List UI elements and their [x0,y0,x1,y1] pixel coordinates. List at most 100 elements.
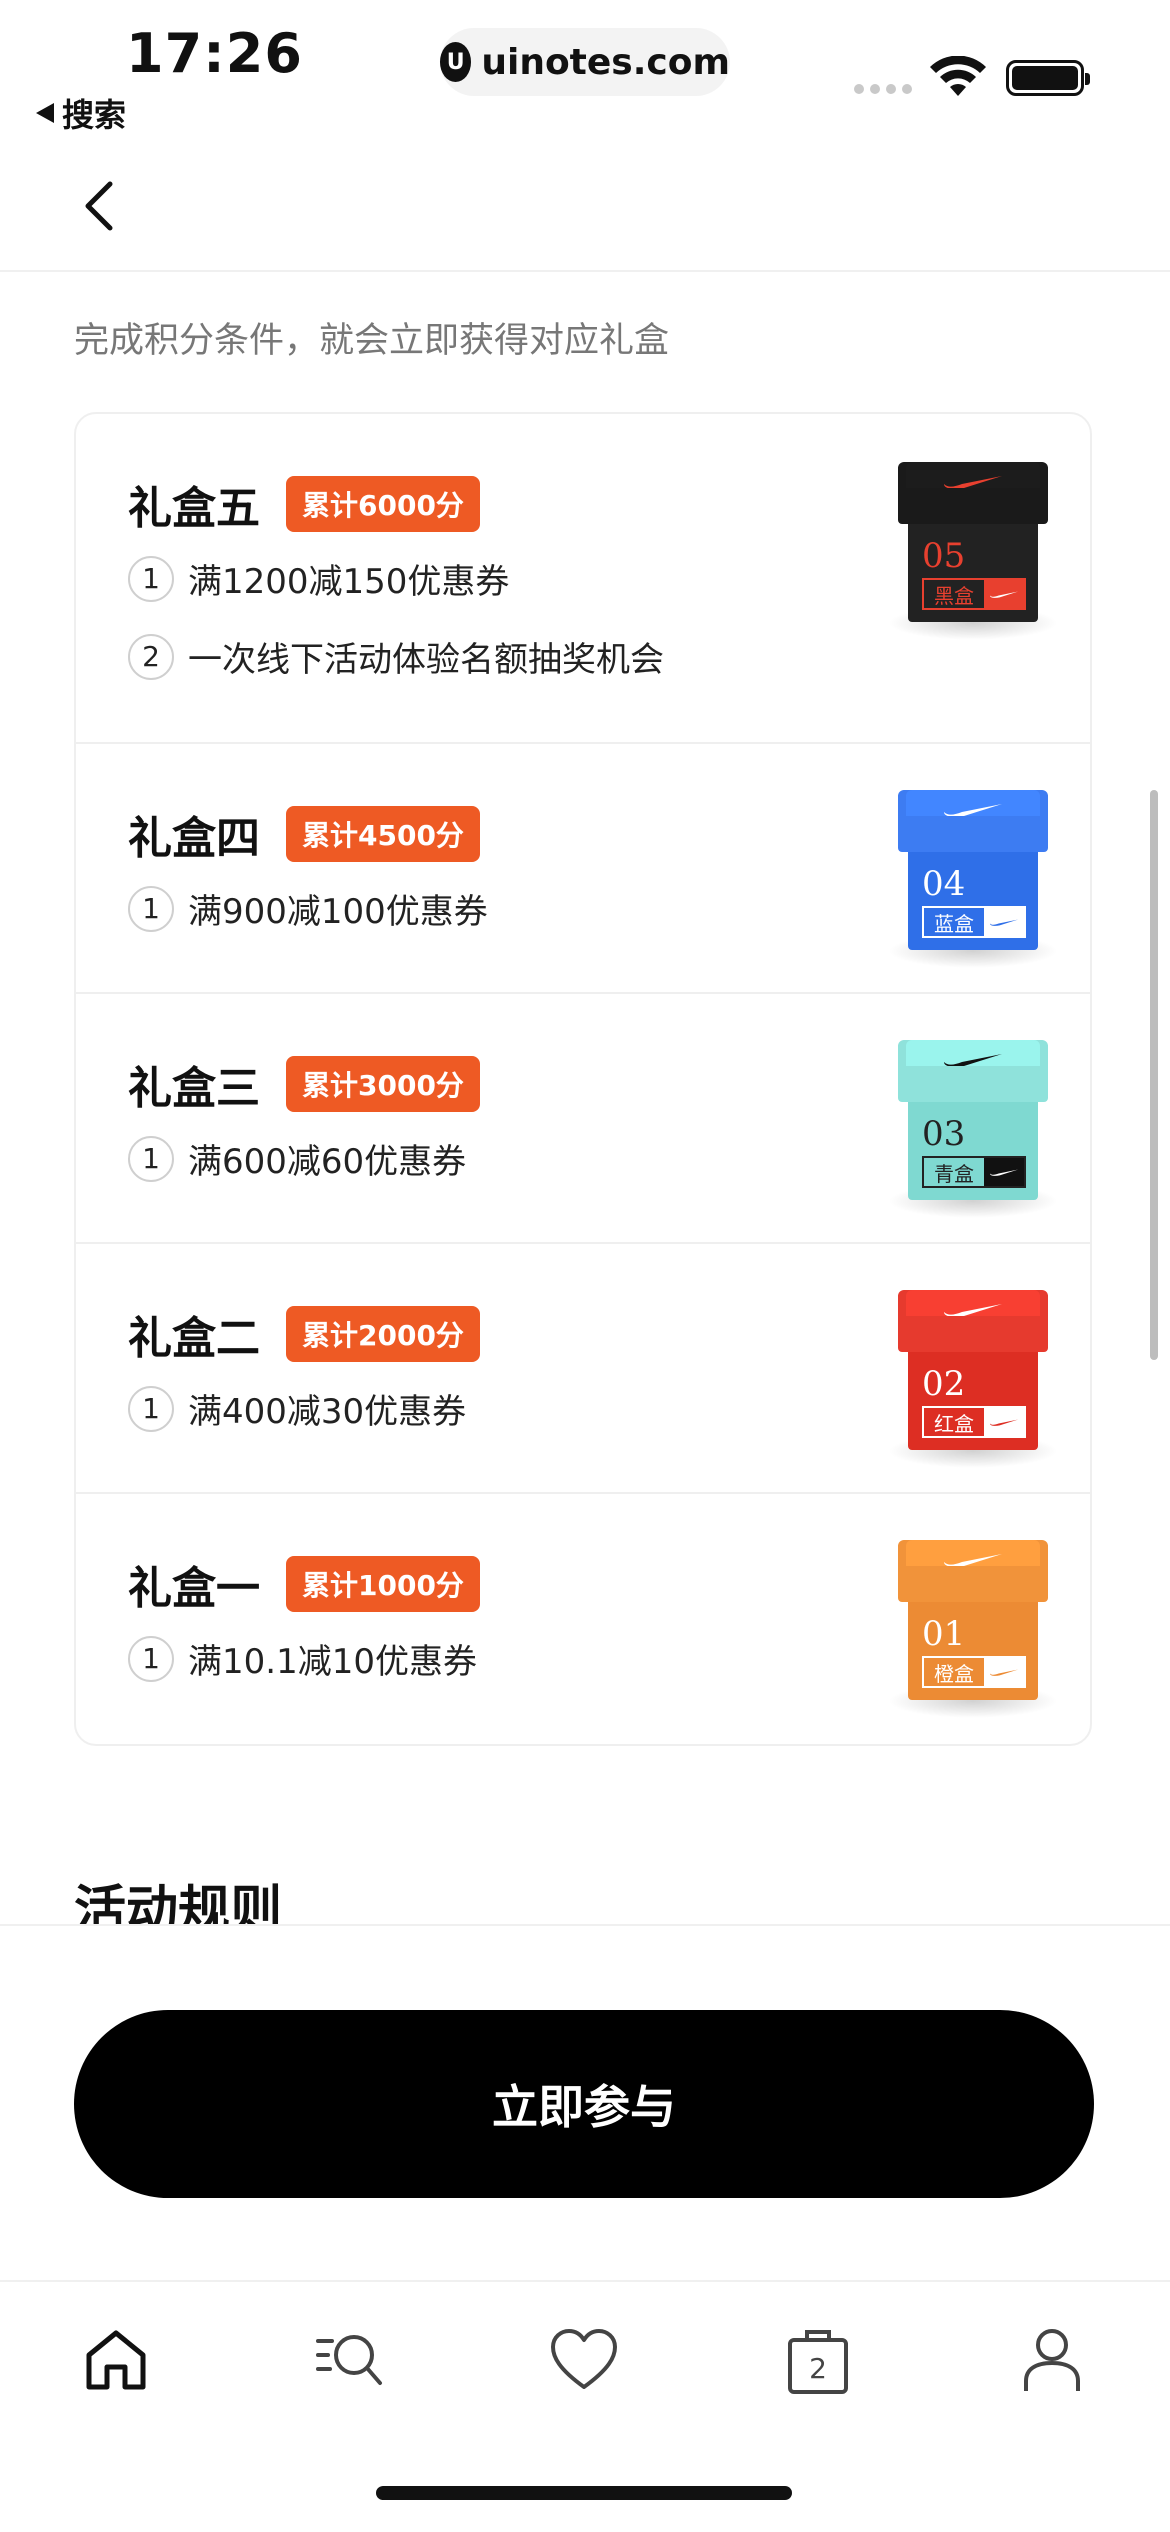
url-text: uinotes.com [481,41,730,83]
points-badge: 累计2000分 [286,1306,480,1362]
swoosh-logo-icon [944,476,1002,488]
points-badge: 累计6000分 [286,476,480,532]
points-badge: 累计4500分 [286,806,480,862]
join-now-button[interactable]: 立即参与 [74,2010,1094,2198]
box-lid [898,462,1048,524]
status-time: 17:26 [126,22,303,85]
benefit-text: 一次线下活动体验名额抽奖机会 [188,640,664,680]
gift-box-list: 礼盒五 累计6000分 1 满1200减150优惠券 2 一次线下活动体验名额抽奖机会 05… [74,412,1092,1746]
gift-box-title-row: 礼盒五 累计6000分 [128,472,480,536]
box-body: 03 青盒 [908,1098,1038,1200]
benefit-number: 2 [128,633,174,680]
swoosh-small-icon [989,1169,1019,1176]
home-indicator[interactable] [376,2486,792,2500]
gift-box-title: 礼盒三 [128,1063,260,1114]
box-lid [898,1040,1048,1102]
box-tag-logo [984,1658,1024,1686]
points-badge: 累计1000分 [286,1556,480,1612]
swoosh-small-icon [989,591,1019,598]
gift-box-title: 礼盒二 [128,1313,260,1364]
gift-box-title: 礼盒一 [128,1563,260,1614]
benefit-number: 1 [128,1385,174,1432]
benefit-text: 满10.1减10优惠券 [188,1642,477,1682]
gift-box-title-row: 礼盒三 累计3000分 [128,1052,480,1116]
box-lid [898,1290,1048,1352]
search-list-icon [316,2335,382,2385]
box-body: 04 蓝盒 [908,848,1038,950]
gift-box-illustration: 02 红盒 [888,1290,1058,1468]
heart-icon [551,2329,617,2389]
box-tag-label: 黑盒 [934,583,974,608]
gift-box-title-row: 礼盒一 累计1000分 [128,1552,480,1616]
site-logo-icon: U [440,42,472,82]
benefit-row: 1 满1200减150优惠券 [128,554,509,603]
box-lid [898,790,1048,852]
box-number: 04 [922,864,966,904]
swoosh-small-icon [989,919,1019,926]
page-subtitle: 完成积分条件，就会立即获得对应礼盒 [74,321,670,361]
box-number: 02 [922,1364,966,1404]
tab-bag[interactable]: 2 [778,2320,858,2400]
wifi-icon [930,56,986,96]
battery-icon [1006,60,1090,96]
box-tag-label: 橙盒 [934,1661,974,1686]
box-tag: 青盒 [922,1156,1026,1188]
bottom-action-bar: 立即参与 [0,1924,1170,2280]
gift-box-illustration: 05 黑盒 [888,462,1058,640]
gift-box-title-row: 礼盒二 累计2000分 [128,1302,480,1366]
status-bar: 17:26 搜索 U uinotes.com [0,0,1170,140]
benefit-row: 1 满900减100优惠券 [128,884,488,933]
box-number: 03 [922,1114,966,1154]
gift-box-illustration: 04 蓝盒 [888,790,1058,968]
gift-box-title: 礼盒五 [128,483,260,534]
swoosh-logo-icon [944,804,1002,816]
swoosh-small-icon [989,1419,1019,1426]
box-tag: 红盒 [922,1406,1026,1438]
tab-home[interactable] [76,2320,156,2400]
benefit-row: 1 满600减60优惠券 [128,1134,466,1183]
box-tag-logo [984,1158,1024,1186]
box-number: 01 [922,1614,966,1654]
scrollbar[interactable] [1150,790,1158,1360]
back-app-label: 搜索 [62,96,127,134]
tab-profile[interactable] [1012,2320,1092,2400]
gift-box-item: 礼盒四 累计4500分 1 满900减100优惠券 04 蓝盒 [76,744,1090,994]
benefit-number: 1 [128,555,174,602]
gift-box-item: 礼盒三 累计3000分 1 满600减60优惠券 03 青盒 [76,994,1090,1244]
gift-box-item: 礼盒五 累计6000分 1 满1200减150优惠券 2 一次线下活动体验名额抽奖机会 05… [76,414,1090,744]
nav-header [0,140,1170,272]
benefit-row: 1 满400减30优惠券 [128,1384,466,1433]
cellular-signal-icon [854,84,912,94]
benefit-number: 1 [128,1635,174,1682]
benefit-row: 2 一次线下活动体验名额抽奖机会 [128,632,664,681]
back-triangle-icon [36,103,54,123]
back-to-app-link[interactable]: 搜索 [36,90,126,136]
url-pill[interactable]: U uinotes.com [440,28,730,96]
box-tag-label: 蓝盒 [934,911,974,936]
swoosh-logo-icon [944,1054,1002,1066]
gift-box-title: 礼盒四 [128,813,260,864]
rules-section-title: 活动规则 [74,1881,283,1924]
benefit-text: 满900减100优惠券 [188,892,488,932]
tab-search[interactable] [310,2320,390,2400]
box-body: 01 橙盒 [908,1598,1038,1700]
box-lid [898,1540,1048,1602]
gift-box-item: 礼盒一 累计1000分 1 满10.1减10优惠券 01 橙盒 [76,1494,1090,1744]
home-icon [86,2330,146,2390]
box-tag-label: 青盒 [934,1161,974,1186]
box-body: 05 黑盒 [908,520,1038,622]
gift-box-item: 礼盒二 累计2000分 1 满400减30优惠券 02 红盒 [76,1244,1090,1494]
gift-box-title-row: 礼盒四 累计4500分 [128,802,480,866]
chevron-left-icon[interactable] [70,174,134,238]
box-tag: 蓝盒 [922,906,1026,938]
box-number: 05 [922,536,966,576]
tab-favorites[interactable] [544,2320,624,2400]
swoosh-small-icon [989,1669,1019,1676]
box-tag: 黑盒 [922,578,1026,610]
gift-box-illustration: 03 青盒 [888,1040,1058,1218]
bag-badge-count: 2 [809,2352,827,2385]
gift-box-illustration: 01 橙盒 [888,1540,1058,1718]
box-tag-logo [984,580,1024,608]
points-badge: 累计3000分 [286,1056,480,1112]
benefit-text: 满400减30优惠券 [188,1392,467,1432]
